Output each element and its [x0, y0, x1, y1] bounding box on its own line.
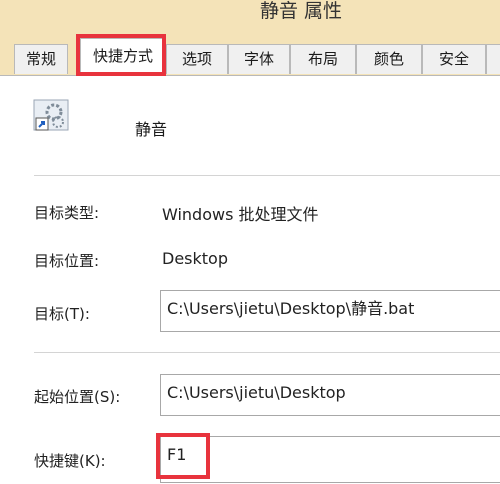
start-in-field[interactable]: C:\Users\jietu\Desktop — [160, 374, 500, 416]
start-in-label: 起始位置(S): — [34, 388, 121, 406]
target-label: 目标(T): — [34, 305, 90, 323]
target-field[interactable]: C:\Users\jietu\Desktop\静音.bat — [160, 290, 500, 332]
tab-colors[interactable]: 颜色 — [356, 44, 422, 74]
target-type-value: Windows 批处理文件 — [162, 205, 319, 224]
hotkey-highlight — [156, 433, 210, 479]
batch-file-shortcut-icon — [32, 98, 72, 134]
shortcut-tab-highlight — [76, 34, 166, 76]
shortcut-panel — [0, 75, 500, 484]
tab-general[interactable]: 常规 — [14, 44, 68, 74]
tab-font[interactable]: 字体 — [228, 44, 290, 74]
window-title: 静音 属性 — [260, 0, 343, 22]
hotkey-label: 快捷键(K): — [34, 452, 106, 470]
tab-security[interactable]: 安全 — [422, 44, 486, 74]
target-location-label: 目标位置: — [34, 252, 100, 270]
target-type-label: 目标类型: — [34, 204, 100, 222]
hotkey-field[interactable]: F1 — [160, 436, 500, 483]
target-location-value: Desktop — [162, 249, 228, 268]
shortcut-name: 静音 — [135, 120, 168, 139]
tab-options[interactable]: 选项 — [166, 44, 228, 74]
tab-overflow[interactable] — [486, 44, 500, 74]
tab-layout[interactable]: 布局 — [290, 44, 356, 74]
divider — [34, 175, 500, 176]
title-bar: 静音 属性 — [0, 0, 500, 36]
divider — [34, 352, 500, 353]
